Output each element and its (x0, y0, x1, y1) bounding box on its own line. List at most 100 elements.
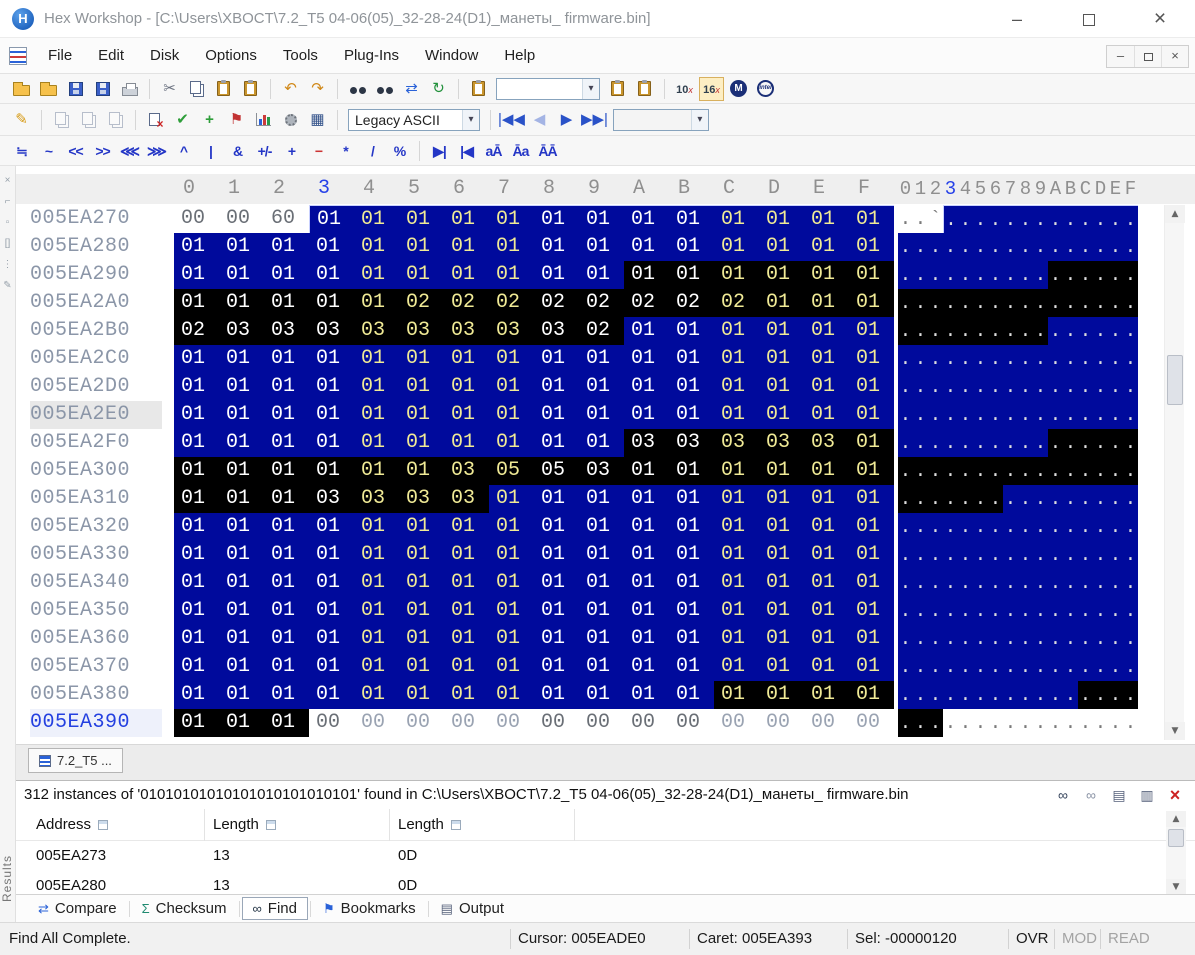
charset-combobox[interactable]: Legacy ASCII▾ (348, 109, 480, 131)
ascii-char[interactable]: . (1063, 345, 1078, 373)
ascii-char[interactable]: . (1063, 317, 1078, 345)
hex-byte[interactable]: 01 (669, 401, 714, 429)
minimize-button[interactable]: – (994, 0, 1040, 38)
hex-byte[interactable]: 01 (534, 233, 579, 261)
ascii-char[interactable]: . (1063, 485, 1078, 513)
hex-byte[interactable]: 01 (804, 569, 849, 597)
hex-byte[interactable]: 01 (264, 429, 309, 457)
chevron-down-icon[interactable]: ▾ (462, 110, 479, 130)
ascii-char[interactable]: . (1018, 261, 1033, 289)
radix-hex-icon[interactable]: 16x (699, 77, 724, 101)
ascii-char[interactable]: . (1123, 373, 1138, 401)
hex-byte[interactable]: 01 (174, 541, 219, 569)
hex-byte[interactable]: 01 (759, 261, 804, 289)
hex-byte[interactable]: 01 (174, 653, 219, 681)
hex-byte[interactable]: 01 (804, 653, 849, 681)
ascii-char[interactable]: . (1018, 709, 1033, 737)
ascii-char[interactable]: . (988, 541, 1003, 569)
ascii-char[interactable]: . (1093, 233, 1108, 261)
ascii-char[interactable]: . (943, 345, 958, 373)
ascii-char[interactable]: . (988, 681, 1003, 709)
hex-byte[interactable]: 01 (309, 261, 354, 289)
hex-byte[interactable]: 03 (669, 429, 714, 457)
op-assign-icon[interactable]: ≒ (9, 139, 34, 163)
hex-byte[interactable]: 01 (579, 597, 624, 625)
ascii-char[interactable]: . (1123, 569, 1138, 597)
address-label[interactable]: 005EA350 (30, 597, 162, 625)
ascii-char[interactable]: . (1033, 345, 1048, 373)
hex-byte[interactable]: 00 (579, 709, 624, 737)
hex-byte[interactable]: 03 (759, 429, 804, 457)
ascii-char[interactable]: . (973, 345, 988, 373)
op-negate-icon[interactable]: +/- (252, 139, 277, 163)
hex-byte[interactable]: 01 (624, 373, 669, 401)
hex-byte[interactable]: 01 (354, 513, 399, 541)
hex-byte[interactable]: 01 (219, 373, 264, 401)
hex-byte[interactable]: 01 (759, 541, 804, 569)
hex-byte[interactable]: 01 (579, 681, 624, 709)
hex-byte[interactable]: 02 (444, 289, 489, 317)
ascii-char[interactable]: . (928, 401, 943, 429)
find-forward-icon[interactable] (372, 77, 397, 101)
hex-byte[interactable]: 01 (309, 653, 354, 681)
ascii-char[interactable]: . (958, 597, 973, 625)
panel-tab-checksum[interactable]: ΣChecksum (132, 898, 237, 919)
hex-byte[interactable]: 01 (759, 569, 804, 597)
ascii-char[interactable]: . (1033, 233, 1048, 261)
hex-byte[interactable]: 01 (399, 597, 444, 625)
hex-byte[interactable]: 01 (489, 205, 534, 233)
ascii-char[interactable]: . (1033, 261, 1048, 289)
hex-byte[interactable]: 01 (624, 345, 669, 373)
ascii-char[interactable]: . (1048, 233, 1063, 261)
hex-byte[interactable]: 01 (444, 681, 489, 709)
ascii-char[interactable]: . (943, 653, 958, 681)
hex-byte[interactable]: 01 (624, 513, 669, 541)
ascii-char[interactable]: . (988, 625, 1003, 653)
ascii-char[interactable]: . (1078, 597, 1093, 625)
ascii-char[interactable]: . (1018, 317, 1033, 345)
ascii-char[interactable]: . (1048, 205, 1063, 233)
ascii-char[interactable]: . (913, 541, 928, 569)
ascii-char[interactable]: . (988, 429, 1003, 457)
ascii-char[interactable]: . (1033, 569, 1048, 597)
insert-icon[interactable]: + (197, 108, 222, 132)
undo-icon[interactable]: ↶ (278, 77, 303, 101)
hex-byte[interactable]: 01 (309, 513, 354, 541)
ascii-char[interactable]: . (958, 205, 973, 233)
hex-byte[interactable]: 03 (399, 485, 444, 513)
op-divide-icon[interactable]: / (360, 139, 385, 163)
hex-byte[interactable]: 01 (309, 541, 354, 569)
ascii-char[interactable]: . (1003, 569, 1018, 597)
ascii-char[interactable]: . (913, 569, 928, 597)
hex-byte[interactable]: 02 (669, 289, 714, 317)
checkmark-icon[interactable]: ✔ (170, 108, 195, 132)
ascii-char[interactable]: . (1078, 401, 1093, 429)
brackets-icon[interactable]: [] (0, 238, 15, 250)
hex-byte[interactable]: 01 (309, 569, 354, 597)
ascii-char[interactable]: . (988, 401, 1003, 429)
hex-byte[interactable]: 01 (489, 597, 534, 625)
hex-byte[interactable]: 01 (534, 569, 579, 597)
ascii-char[interactable]: . (1018, 541, 1033, 569)
hex-byte[interactable]: 01 (444, 653, 489, 681)
ascii-char[interactable]: . (1108, 485, 1123, 513)
ascii-char[interactable]: . (1078, 205, 1093, 233)
hex-byte[interactable]: 01 (354, 289, 399, 317)
hex-byte[interactable]: 01 (444, 233, 489, 261)
hex-scrollbar[interactable]: ▲ ▼ (1164, 205, 1184, 740)
copy-icon[interactable] (184, 77, 209, 101)
hex-byte[interactable]: 01 (624, 681, 669, 709)
hex-byte[interactable]: 01 (354, 345, 399, 373)
hex-byte[interactable]: 01 (219, 625, 264, 653)
search-combobox[interactable]: ▾ (496, 78, 600, 100)
ascii-char[interactable]: . (1063, 513, 1078, 541)
compare-combobox[interactable]: ▾ (613, 109, 709, 131)
hex-byte[interactable]: 01 (399, 429, 444, 457)
hex-byte[interactable]: 03 (444, 457, 489, 485)
hex-byte[interactable]: 01 (669, 625, 714, 653)
hex-byte[interactable]: 00 (309, 709, 354, 737)
hex-byte[interactable]: 02 (534, 289, 579, 317)
hex-byte[interactable]: 01 (624, 457, 669, 485)
hex-byte[interactable]: 01 (219, 597, 264, 625)
address-label[interactable]: 005EA380 (30, 681, 162, 709)
